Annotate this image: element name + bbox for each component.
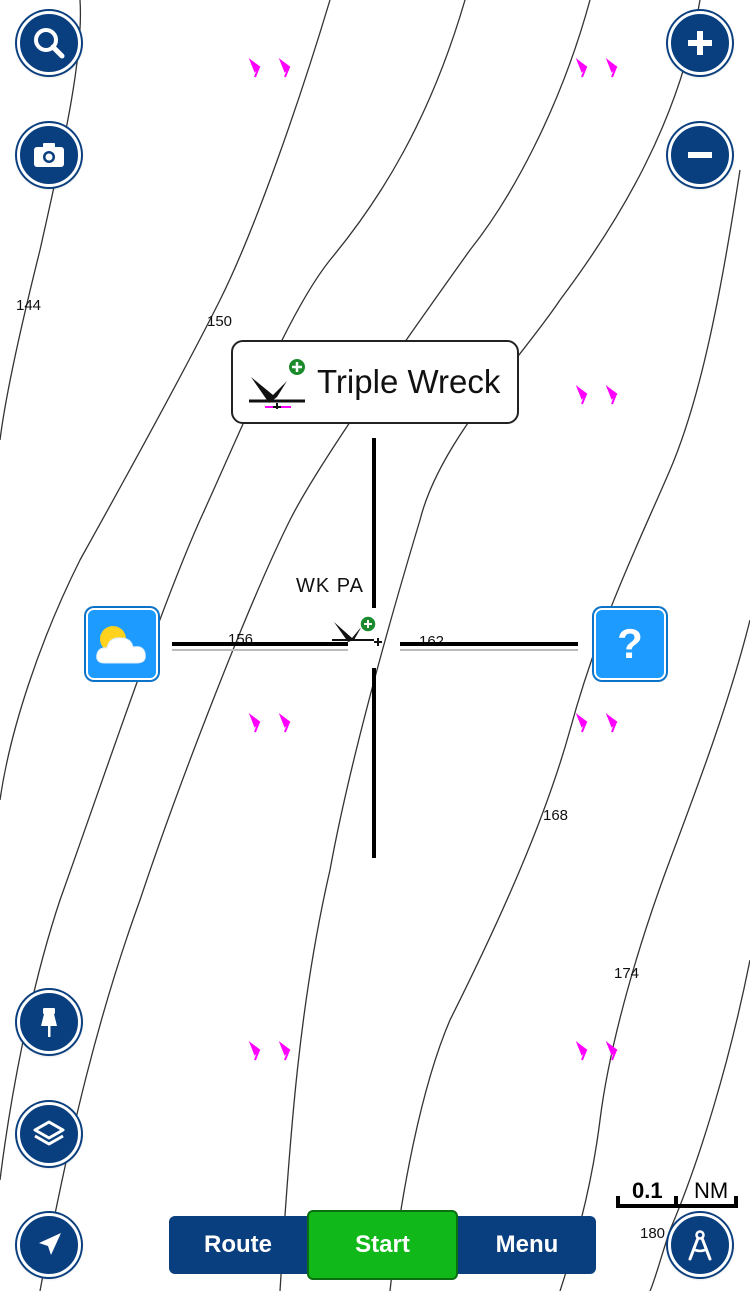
bottom-bar: Route Start Menu [169, 1210, 596, 1280]
question-icon: ? [617, 620, 643, 667]
marker-label: WK PA [296, 575, 364, 597]
weather-icon [96, 626, 146, 664]
scale-tick [674, 1196, 678, 1208]
scale-tick [734, 1196, 738, 1208]
minus-icon [688, 152, 712, 158]
scale-unit: NM [694, 1178, 729, 1203]
navigation-arrow-icon [39, 1233, 61, 1255]
scale-value: 0.1 [632, 1178, 663, 1203]
contour-label: 162 [419, 633, 444, 650]
zoom-in-button[interactable] [668, 11, 732, 75]
scale-tick [616, 1196, 620, 1208]
weather-button[interactable] [86, 608, 158, 680]
contour-label: 150 [207, 313, 232, 330]
camera-icon [34, 143, 64, 167]
compass-tool-icon [688, 1230, 712, 1261]
menu-button[interactable]: Menu [458, 1216, 596, 1274]
crosshair [172, 438, 578, 858]
contour-label: 144 [16, 297, 41, 314]
start-button[interactable]: Start [307, 1210, 458, 1280]
callout-title: Triple Wreck [317, 363, 501, 400]
wreck-icon [247, 355, 309, 409]
wreck-icon [332, 615, 382, 646]
depth-contour [389, 169, 741, 1291]
locate-button[interactable] [17, 1213, 81, 1277]
compass-button[interactable] [668, 1213, 732, 1277]
pin-button[interactable] [17, 990, 81, 1054]
marker-icons [248, 58, 618, 1061]
contour-label: 180 [640, 1225, 665, 1242]
scale-indicator: 0.1 NM [616, 1178, 740, 1210]
pin-icon [41, 1008, 57, 1037]
route-button[interactable]: Route [169, 1216, 307, 1274]
layers-icon [33, 1120, 65, 1146]
zoom-out-button[interactable] [668, 123, 732, 187]
contour-label: 174 [614, 965, 639, 982]
contour-label: 168 [543, 807, 568, 824]
waypoint-callout[interactable]: Triple Wreck [231, 340, 519, 424]
plus-icon [688, 31, 712, 55]
help-button[interactable]: ? [594, 608, 666, 680]
search-button[interactable] [17, 11, 81, 75]
layers-button[interactable] [17, 1102, 81, 1166]
search-icon [34, 28, 65, 59]
camera-button[interactable] [17, 123, 81, 187]
